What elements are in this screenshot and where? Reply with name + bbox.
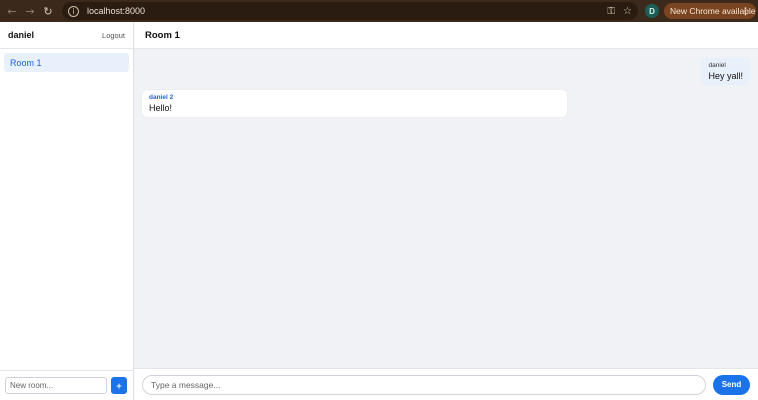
add-room-button[interactable]: +: [111, 377, 127, 394]
forward-arrow-icon[interactable]: →: [21, 0, 39, 22]
address-bar[interactable]: i localhost:8000 ⚿ ☆: [62, 2, 638, 20]
reload-icon[interactable]: ↻: [39, 0, 57, 22]
chat-app: daniel Logout Room 1 + Room 1 daniel Hey…: [0, 22, 758, 400]
chat-header: Room 1: [134, 22, 758, 49]
logout-button[interactable]: Logout: [102, 31, 125, 40]
message-list[interactable]: daniel Hey yall! daniel 2 Hello!: [134, 50, 758, 368]
back-arrow-icon[interactable]: ←: [3, 0, 21, 22]
address-url[interactable]: localhost:8000: [87, 6, 145, 16]
room-item-room-1[interactable]: Room 1: [4, 53, 129, 72]
browser-toolbar: ← → ↻ i localhost:8000 ⚿ ☆ D New Chrome …: [0, 0, 758, 22]
more-vert-icon[interactable]: ⋮: [741, 6, 750, 17]
message-bubble-other: daniel 2 Hello!: [142, 90, 567, 117]
message-input[interactable]: [142, 374, 706, 395]
sidebar-header: daniel Logout: [0, 22, 133, 49]
new-room-form: +: [0, 370, 133, 400]
message-sender: daniel: [708, 62, 726, 69]
chat-main: Room 1 daniel Hey yall! daniel 2 Hello! …: [134, 22, 758, 400]
chrome-update-button[interactable]: New Chrome available ⋮: [664, 3, 756, 19]
profile-avatar[interactable]: D: [645, 4, 659, 18]
password-key-icon[interactable]: ⚿: [607, 6, 615, 17]
current-username: daniel: [8, 30, 35, 40]
room-title: Room 1: [145, 29, 180, 41]
new-room-input[interactable]: [5, 377, 107, 394]
profile-initial: D: [649, 6, 655, 16]
message-sender: daniel 2: [149, 94, 174, 101]
sidebar: daniel Logout Room 1 +: [0, 22, 134, 400]
room-item-label: Room 1: [10, 57, 42, 68]
address-bar-actions: ⚿ ☆: [607, 2, 632, 20]
site-info-icon[interactable]: i: [68, 5, 79, 17]
bookmark-star-icon[interactable]: ☆: [623, 6, 632, 17]
send-button[interactable]: Send: [713, 374, 750, 395]
message-bubble-own: daniel Hey yall!: [701, 58, 750, 85]
message-text: Hello!: [149, 103, 173, 113]
message-text: Hey yall!: [708, 71, 743, 81]
room-list: Room 1: [0, 49, 133, 76]
message-composer: Send: [134, 368, 758, 400]
